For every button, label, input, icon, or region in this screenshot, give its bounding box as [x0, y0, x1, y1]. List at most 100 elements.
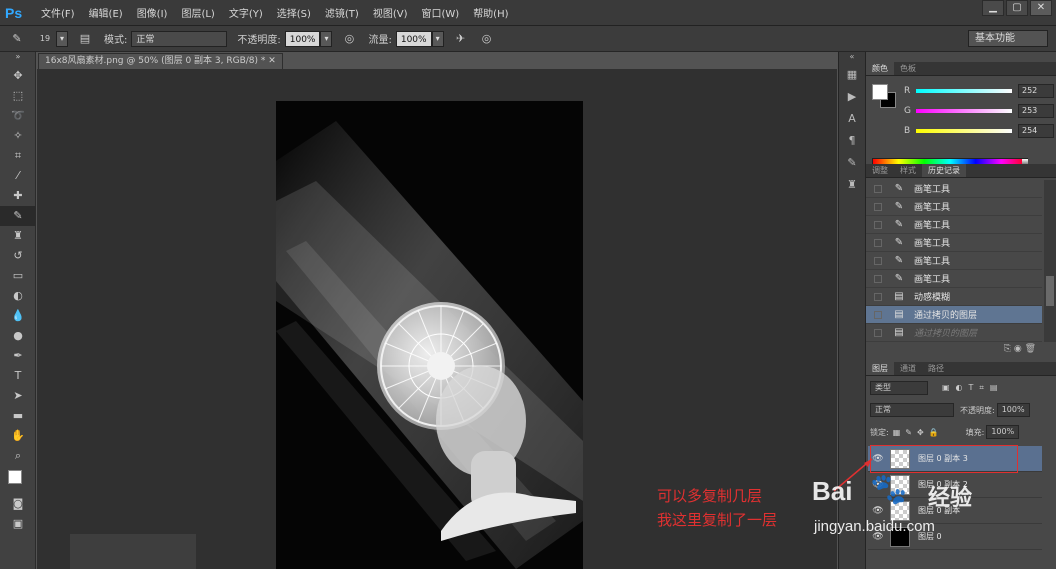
history-item[interactable]: ✎ 画笔工具 — [866, 252, 1042, 270]
actions-panel-icon[interactable]: ▶ — [839, 86, 865, 108]
workspace-select[interactable]: 基本功能 — [968, 30, 1048, 47]
gradient-tool-icon[interactable]: ◐ — [0, 286, 36, 306]
checkbox[interactable] — [874, 184, 882, 193]
pressure-opacity-icon[interactable]: ◎ — [340, 30, 358, 48]
tab-history[interactable]: 历史记录 — [922, 164, 966, 177]
blue-slider[interactable] — [916, 129, 1012, 133]
chevron-down-icon[interactable]: ▾ — [320, 30, 333, 47]
history-item[interactable]: ✎ 画笔工具 — [866, 216, 1042, 234]
lasso-tool-icon[interactable]: ➰ — [0, 106, 36, 126]
healing-tool-icon[interactable]: ✚ — [0, 186, 36, 206]
tab-swatches[interactable]: 色板 — [894, 62, 922, 75]
close-icon[interactable]: ✕ — [1030, 0, 1052, 16]
minimize-icon[interactable]: ▁ — [982, 0, 1004, 16]
menu-file[interactable]: 文件(F) — [41, 5, 75, 20]
tab-styles[interactable]: 样式 — [894, 164, 922, 177]
stamp-tool-icon[interactable]: ♜ — [0, 226, 36, 246]
history-item[interactable]: ▤ 通过拷贝的图层 — [866, 324, 1042, 342]
brush-tool-icon[interactable]: ✎ — [0, 206, 36, 226]
collapse-icon[interactable]: » — [0, 52, 36, 66]
history-brush-tool-icon[interactable]: ↺ — [0, 246, 36, 266]
tab-layers[interactable]: 图层 — [866, 362, 894, 375]
foreground-color-swatch[interactable] — [872, 84, 888, 100]
history-scrollbar[interactable] — [1044, 180, 1056, 342]
history-item[interactable]: ✎ 画笔工具 — [866, 270, 1042, 288]
menu-help[interactable]: 帮助(H) — [473, 5, 508, 20]
zoom-tool-icon[interactable]: ⌕ — [0, 446, 36, 466]
tab-adjustments[interactable]: 调整 — [866, 164, 894, 177]
document-canvas[interactable] — [276, 101, 583, 569]
paragraph-panel-icon[interactable]: ¶ — [839, 130, 865, 152]
marquee-tool-icon[interactable]: ⬚ — [0, 86, 36, 106]
history-item[interactable]: ✎ 画笔工具 — [866, 198, 1042, 216]
checkbox[interactable] — [874, 238, 882, 247]
trash-icon[interactable]: 🗑 — [1025, 344, 1036, 354]
hand-tool-icon[interactable]: ✋ — [0, 426, 36, 446]
chevron-down-icon[interactable]: ▾ — [431, 30, 444, 47]
lock-icons[interactable]: ▦✎✥🔒 — [893, 428, 944, 437]
history-item[interactable]: ▤ 通过拷贝的图层 — [866, 306, 1042, 324]
dodge-tool-icon[interactable]: ● — [0, 326, 36, 346]
flow-input[interactable]: 100% — [395, 30, 432, 47]
color-swatches[interactable] — [0, 466, 35, 494]
history-item[interactable]: ▤ 动感模糊 — [866, 288, 1042, 306]
new-document-from-state-icon[interactable]: ⎘ — [1004, 344, 1011, 354]
scrollbar-thumb[interactable] — [1046, 276, 1054, 306]
new-snapshot-icon[interactable]: ◉ — [1014, 344, 1022, 354]
history-item[interactable]: ✎ 画笔工具 — [866, 180, 1042, 198]
shape-tool-icon[interactable]: ▬ — [0, 406, 36, 426]
history-panel-icon[interactable]: ▦ — [839, 64, 865, 86]
blur-tool-icon[interactable]: 💧 — [0, 306, 36, 326]
foreground-color-swatch[interactable] — [8, 470, 22, 484]
menu-window[interactable]: 窗口(W) — [421, 5, 459, 20]
brush-panel-toggle-icon[interactable]: ▤ — [76, 30, 94, 48]
type-tool-icon[interactable]: T — [0, 366, 36, 386]
chevron-down-icon[interactable]: ▾ — [56, 30, 68, 47]
collapse-icon[interactable]: « — [839, 52, 865, 64]
airbrush-icon[interactable]: ✈ — [452, 30, 470, 48]
checkbox[interactable] — [874, 274, 882, 283]
filter-icons[interactable]: ▣◐T⌗▤ — [942, 383, 1004, 393]
menu-view[interactable]: 视图(V) — [373, 5, 408, 20]
clone-source-panel-icon[interactable]: ♜ — [839, 174, 865, 196]
pressure-size-icon[interactable]: ◎ — [478, 30, 496, 48]
menu-edit[interactable]: 编辑(E) — [89, 5, 123, 20]
maximize-icon[interactable]: ▢ — [1006, 0, 1028, 16]
checkbox[interactable] — [874, 310, 882, 319]
brush-size-picker[interactable]: 19 — [34, 30, 56, 48]
green-value-input[interactable]: 253 — [1018, 104, 1054, 118]
mode-select[interactable]: 正常 — [131, 30, 228, 47]
brush-preset-icon[interactable]: ✎ — [8, 30, 26, 48]
red-value-input[interactable]: 252 — [1018, 84, 1054, 98]
blend-mode-select[interactable]: 正常 — [870, 403, 954, 417]
checkbox[interactable] — [874, 328, 882, 337]
eraser-tool-icon[interactable]: ▭ — [0, 266, 36, 286]
blue-value-input[interactable]: 254 — [1018, 124, 1054, 138]
pen-tool-icon[interactable]: ✒ — [0, 346, 36, 366]
red-slider[interactable] — [916, 89, 1012, 93]
menu-select[interactable]: 选择(S) — [277, 5, 311, 20]
quick-mask-icon[interactable]: ◙ — [0, 494, 36, 514]
close-icon[interactable]: ✕ — [268, 56, 276, 66]
eyedropper-tool-icon[interactable]: ⁄ — [0, 166, 36, 186]
character-panel-icon[interactable]: A — [839, 108, 865, 130]
menu-image[interactable]: 图像(I) — [137, 5, 168, 20]
tab-color[interactable]: 颜色 — [866, 62, 894, 75]
screen-mode-icon[interactable]: ▣ — [0, 514, 36, 534]
move-tool-icon[interactable]: ✥ — [0, 66, 36, 86]
document-tab[interactable]: 16x8风扇素材.png @ 50% (图层 0 副本 3, RGB/8) * … — [38, 53, 283, 69]
green-slider[interactable] — [916, 109, 1012, 113]
path-select-tool-icon[interactable]: ➤ — [0, 386, 36, 406]
brush-panel-icon[interactable]: ✎ — [839, 152, 865, 174]
menu-filter[interactable]: 滤镜(T) — [325, 5, 359, 20]
checkbox[interactable] — [874, 202, 882, 211]
menu-layer[interactable]: 图层(L) — [181, 5, 214, 20]
layer-opacity-input[interactable]: 100% — [996, 403, 1030, 417]
quick-select-tool-icon[interactable]: ✧ — [0, 126, 36, 146]
checkbox[interactable] — [874, 292, 882, 301]
layer-filter-select[interactable]: 类型 — [870, 381, 928, 395]
fill-input[interactable]: 100% — [986, 425, 1020, 439]
tab-paths[interactable]: 路径 — [922, 362, 950, 375]
opacity-input[interactable]: 100% — [284, 30, 321, 47]
history-item[interactable]: ✎ 画笔工具 — [866, 234, 1042, 252]
